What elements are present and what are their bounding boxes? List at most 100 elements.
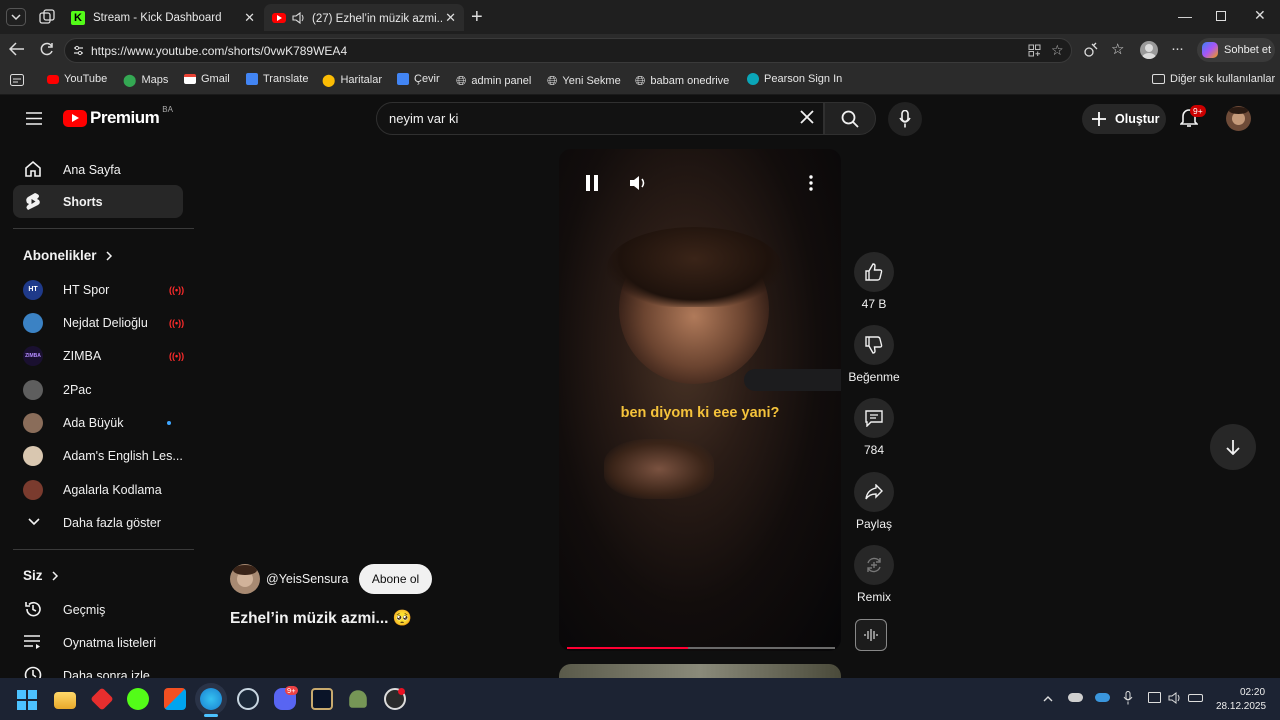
hamburger-menu-icon[interactable] xyxy=(26,112,42,125)
start-windows-icon[interactable] xyxy=(17,690,37,710)
url-field[interactable]: https://www.youtube.com/shorts/0vwK789WE… xyxy=(64,38,1072,63)
onedrive-icon[interactable] xyxy=(1095,693,1110,702)
steam-icon[interactable] xyxy=(237,688,259,710)
close-tab-icon[interactable]: ✕ xyxy=(445,10,456,26)
dislike-action[interactable]: Beğenme xyxy=(844,325,904,384)
subscriptions-heading[interactable]: Abonelikler xyxy=(23,248,113,263)
remix-icon[interactable] xyxy=(854,545,894,585)
next-short-button[interactable] xyxy=(1210,424,1256,470)
extensions-icon[interactable] xyxy=(1083,42,1099,58)
chevron-right-icon xyxy=(51,570,59,581)
next-short-preview[interactable] xyxy=(559,664,841,678)
tray-chevron-up-icon[interactable] xyxy=(1043,695,1053,702)
sidebar-item-playlists[interactable]: Oynatma listeleri xyxy=(13,626,183,659)
bookmark-pearson[interactable]: Pearson Sign In xyxy=(747,73,842,85)
short-title[interactable]: Ezhel’in müzik azmi... 🥺 xyxy=(230,609,412,628)
other-favorites[interactable]: Diğer sık kullanılanlar xyxy=(1152,73,1275,85)
app-available-icon[interactable] xyxy=(1028,44,1041,57)
favorite-star-icon[interactable]: ☆ xyxy=(1051,42,1064,59)
network-icon[interactable] xyxy=(1148,692,1161,703)
voice-search-button[interactable] xyxy=(888,102,922,136)
subscription-2pac[interactable]: 2Pac xyxy=(13,373,183,406)
speaker-icon[interactable] xyxy=(292,11,306,24)
bookmark-youtube[interactable]: YouTube xyxy=(47,73,107,85)
more-menu-icon[interactable]: ··· xyxy=(1171,40,1184,57)
chess-icon[interactable] xyxy=(349,690,367,708)
file-explorer-icon[interactable] xyxy=(54,692,76,709)
channel-name[interactable]: @YeisSensura xyxy=(266,572,348,586)
tab-kick-dashboard[interactable]: K Stream - Kick Dashboard ✕ xyxy=(63,4,263,31)
subscription-zimba[interactable]: ZIMBA ZIMBA ((•)) xyxy=(13,339,184,372)
minimize-icon[interactable]: — xyxy=(1178,8,1192,24)
progress-track[interactable] xyxy=(567,647,835,649)
taskbar-date[interactable]: 28.12.2025 xyxy=(1216,701,1266,712)
show-more-button[interactable]: Daha fazla göster xyxy=(13,506,183,539)
subscription-adams-english[interactable]: Adam's English Les... xyxy=(13,439,183,472)
refresh-icon[interactable] xyxy=(39,42,54,57)
store-icon[interactable] xyxy=(164,688,186,710)
microphone-tray-icon[interactable] xyxy=(1123,691,1133,705)
subscribe-button[interactable]: Abone ol xyxy=(359,564,432,594)
cloud-icon[interactable] xyxy=(1068,693,1083,702)
sidebar-item-home[interactable]: Ana Sayfa xyxy=(13,153,183,186)
youtube-premium-logo[interactable]: Premium BA xyxy=(63,105,173,128)
volume-tray-icon[interactable] xyxy=(1168,692,1182,704)
bookmark-haritalar[interactable]: ⬤ Haritalar xyxy=(322,73,382,87)
back-arrow-icon[interactable] xyxy=(9,42,25,56)
more-options-icon[interactable] xyxy=(809,175,813,191)
like-icon[interactable] xyxy=(854,252,894,292)
bookmark-translate[interactable]: Translate xyxy=(246,73,308,85)
notifications-button[interactable]: 9+ xyxy=(1180,105,1206,132)
subscription-nejdat-delioglu[interactable]: Nejdat Delioğlu ((•)) xyxy=(13,306,184,339)
search-button[interactable] xyxy=(824,102,876,135)
site-info-icon[interactable] xyxy=(72,44,85,57)
you-heading[interactable]: Siz xyxy=(23,568,59,583)
bookmark-yeni-sekme[interactable]: 🌐︎ Yeni Sekme xyxy=(547,73,621,89)
comments-action[interactable]: 784 xyxy=(844,398,904,457)
battery-icon[interactable] xyxy=(1188,694,1203,702)
sidebar-item-shorts[interactable]: Shorts xyxy=(13,185,183,218)
subscription-ada-buyuk[interactable]: Ada Büyük xyxy=(13,406,183,439)
dislike-icon[interactable] xyxy=(854,325,894,365)
account-avatar[interactable] xyxy=(1226,106,1251,131)
taskbar-time[interactable]: 02:20 xyxy=(1240,687,1265,698)
bookmark-maps[interactable]: ⬤ Maps xyxy=(123,73,168,87)
like-action[interactable]: 47 B xyxy=(844,252,904,311)
search-input[interactable]: neyim var ki xyxy=(389,111,458,126)
share-icon[interactable] xyxy=(854,472,894,512)
create-button[interactable]: Oluştur xyxy=(1082,104,1166,134)
channel-avatar[interactable] xyxy=(230,564,260,594)
league-icon[interactable] xyxy=(311,688,333,710)
sidebar-item-history[interactable]: Geçmiş xyxy=(13,593,183,626)
sidebar-item-watch-later[interactable]: Daha sonra izle xyxy=(13,659,183,678)
clear-search-icon[interactable] xyxy=(799,109,815,125)
close-window-icon[interactable]: ✕ xyxy=(1254,7,1266,24)
copilot-button[interactable]: Sohbet et xyxy=(1197,38,1275,62)
video-frame-hair xyxy=(607,227,782,307)
short-video-player[interactable]: ben diyom ki eee yani? xyxy=(559,149,841,651)
bookmark-admin-panel[interactable]: 🌐︎ admin panel xyxy=(456,73,531,89)
favorites-icon[interactable]: ☆ xyxy=(1111,40,1124,58)
workspaces-icon[interactable] xyxy=(39,9,55,25)
maximize-icon[interactable] xyxy=(1216,11,1226,21)
volume-icon[interactable] xyxy=(629,175,647,191)
comment-icon[interactable] xyxy=(854,398,894,438)
green-app-icon[interactable] xyxy=(127,688,149,710)
search-box[interactable]: neyim var ki xyxy=(376,102,824,135)
reading-list-icon[interactable] xyxy=(10,74,24,86)
bookmark-babam-onedrive[interactable]: 🌐︎ babam onedrive xyxy=(635,73,729,89)
tab-actions-menu-icon[interactable] xyxy=(6,8,26,26)
subscription-agalarla-kodlama[interactable]: Agalarla Kodlama xyxy=(13,473,183,506)
bookmark-cevir[interactable]: Çevir xyxy=(397,73,440,85)
edge-icon[interactable] xyxy=(200,688,222,710)
pause-icon[interactable] xyxy=(585,175,599,191)
remix-action[interactable]: Remix xyxy=(844,545,904,604)
subscription-ht-spor[interactable]: HT HT Spor ((•)) xyxy=(13,273,184,306)
new-tab-button[interactable]: + xyxy=(471,6,483,29)
share-action[interactable]: Paylaş xyxy=(844,472,904,531)
close-tab-icon[interactable]: ✕ xyxy=(244,10,255,26)
sound-thumbnail[interactable] xyxy=(855,619,887,651)
profile-avatar[interactable] xyxy=(1140,41,1158,59)
bookmark-gmail[interactable]: Gmail xyxy=(184,73,230,85)
tab-youtube-short[interactable]: (27) Ezhel’in müzik azmi... 🥺 ✕ xyxy=(264,4,464,31)
